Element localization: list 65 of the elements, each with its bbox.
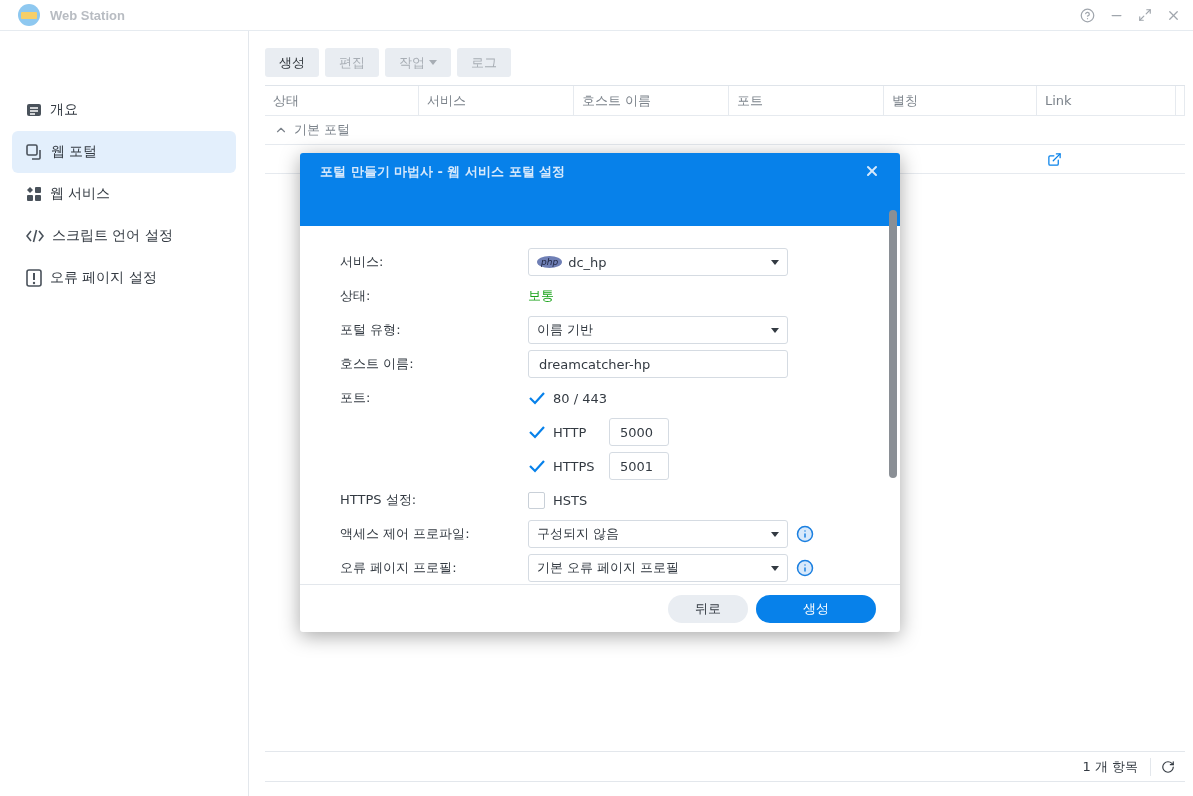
scrollbar[interactable] [889, 210, 897, 478]
windows-icon [26, 143, 43, 161]
dropdown[interactable]: 기본 오류 페이지 프로필 [528, 554, 788, 582]
sidebar-label: 스크립트 언어 설정 [52, 227, 173, 245]
grid-icon [26, 186, 42, 202]
sidebar-item[interactable]: 웹 서비스 [12, 173, 236, 215]
checkbox-label: HTTP [553, 424, 588, 440]
sidebar-label: 개요 [50, 101, 78, 119]
column-header[interactable]: Link [1037, 86, 1176, 115]
checkbox-label: HTTPS [553, 458, 596, 474]
column-header[interactable]: 포트 [729, 86, 884, 115]
caret-icon [771, 327, 779, 333]
sidebar-label: 웹 포털 [51, 143, 98, 161]
port-field[interactable]: 5001 [609, 452, 669, 480]
column-header[interactable]: 별칭 [884, 86, 1037, 115]
sidebar-item[interactable]: 웹 포털 [12, 131, 236, 173]
port-field[interactable]: 5000 [609, 418, 669, 446]
caret-icon [771, 565, 779, 571]
caret-icon [771, 259, 779, 265]
checkbox[interactable] [528, 491, 545, 509]
field-label: 오류 페이지 프로필: [340, 559, 458, 577]
external-link-icon[interactable] [1047, 151, 1062, 167]
refresh-icon[interactable] [1161, 759, 1175, 774]
close-icon[interactable] [864, 163, 880, 179]
sidebar-item[interactable]: 오류 페이지 설정 [12, 257, 236, 299]
app-logo [18, 4, 40, 26]
checkbox-label: HSTS [553, 492, 589, 508]
document-icon [26, 102, 42, 118]
field-label: 포털 유형: [340, 321, 402, 339]
caret-icon [771, 531, 779, 537]
group-row[interactable]: 기본 포털 [265, 116, 1185, 145]
info-icon[interactable] [796, 559, 814, 577]
column-header[interactable]: 호스트 이름 [574, 86, 729, 115]
sidebar-label: 웹 서비스 [50, 185, 111, 203]
column-header[interactable]: 상태 [265, 86, 419, 115]
alert-icon [26, 269, 42, 287]
field-label: HTTPS 설정: [340, 491, 418, 509]
sidebar-label: 오류 페이지 설정 [50, 269, 157, 287]
code-icon [26, 229, 44, 243]
dropdown[interactable]: php dc_hp [528, 248, 788, 276]
dialog-button[interactable]: 생성 [756, 594, 876, 623]
dialog-button[interactable]: 뒤로 [668, 594, 748, 623]
caret-icon [429, 60, 437, 65]
sidebar-item[interactable]: 개요 [12, 89, 236, 131]
field-label: 포트: [340, 389, 372, 407]
status-text: 보통 [528, 287, 555, 305]
maximize-icon[interactable] [1138, 7, 1152, 22]
field-label: 호스트 이름: [340, 355, 415, 373]
dropdown[interactable]: 구성되지 않음 [528, 520, 788, 548]
field-label: 액세스 제어 프로파일: [340, 525, 471, 543]
info-icon[interactable] [796, 525, 814, 543]
sidebar-item[interactable]: 스크립트 언어 설정 [12, 215, 236, 257]
dropdown[interactable]: 이름 기반 [528, 316, 788, 344]
toolbar-button[interactable]: 생성 [265, 48, 319, 77]
field-label: 상태: [340, 287, 372, 305]
help-icon[interactable] [1080, 7, 1095, 23]
group-label: 기본 포털 [294, 121, 351, 139]
column-header[interactable]: 서비스 [419, 86, 574, 115]
item-count: 1 개 항목 [1082, 757, 1151, 776]
checkbox-label: 80 / 443 [553, 390, 607, 406]
php-logo: php [537, 256, 563, 268]
window-title: Web Station [50, 7, 126, 23]
dialog-title: 포털 만들기 마법사 - 웹 서비스 포털 설정 [320, 163, 566, 181]
field-label: 서비스: [340, 253, 385, 271]
input-field[interactable]: dreamcatcher-hp [528, 350, 788, 378]
